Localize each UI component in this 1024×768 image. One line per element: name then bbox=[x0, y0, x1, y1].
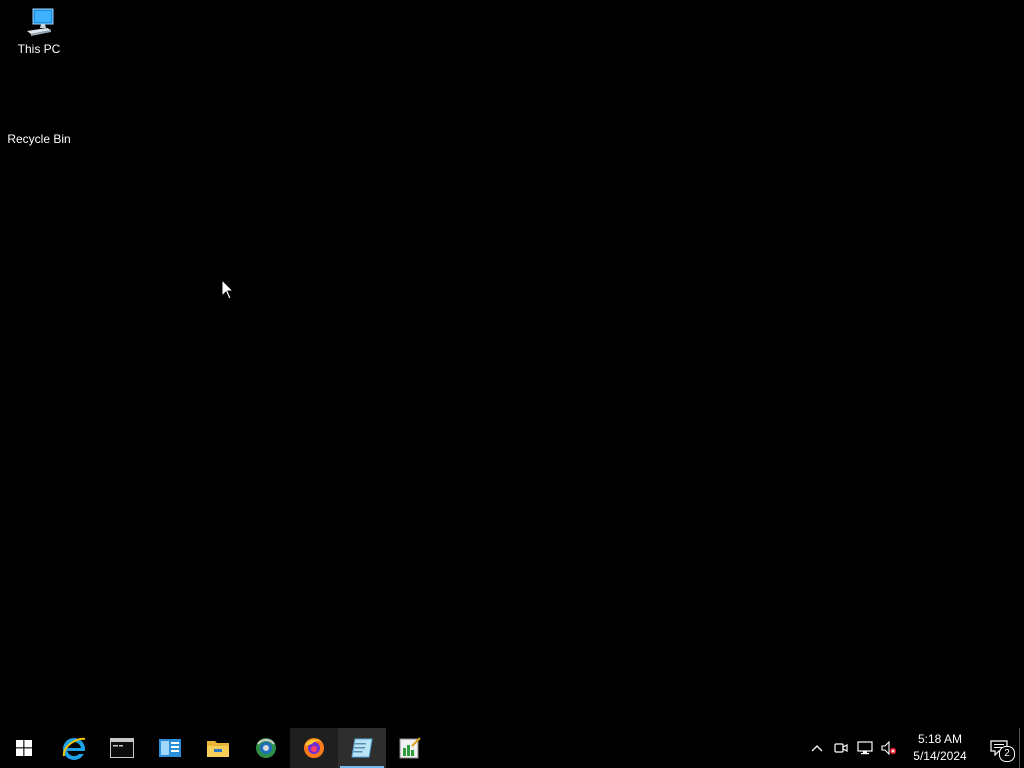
chart-editor-icon bbox=[399, 737, 421, 759]
internet-explorer-icon bbox=[62, 737, 86, 760]
notification-count-badge: 2 bbox=[999, 746, 1015, 762]
taskbar-server-manager[interactable] bbox=[146, 728, 194, 768]
taskbar-chart-editor[interactable] bbox=[386, 728, 434, 768]
desktop-icon-label: Recycle Bin bbox=[7, 132, 71, 146]
this-pc-icon bbox=[22, 6, 56, 40]
chevron-up-icon[interactable] bbox=[805, 728, 829, 768]
desktop-icon-label: This PC bbox=[17, 42, 61, 56]
file-explorer-icon bbox=[207, 741, 229, 757]
server-manager-icon bbox=[159, 739, 181, 757]
recycle-bin-icon bbox=[22, 96, 56, 130]
taskbar-command-prompt[interactable] bbox=[98, 728, 146, 768]
command-prompt-icon bbox=[110, 738, 134, 758]
windows-start-icon bbox=[16, 740, 32, 756]
desktop[interactable]: This PC Recycle Bin bbox=[0, 0, 1024, 728]
taskbar-notepad[interactable] bbox=[338, 728, 386, 768]
clock-date: 5/14/2024 bbox=[913, 749, 967, 763]
clock[interactable]: 5:18 AM 5/14/2024 bbox=[901, 728, 979, 768]
notepad-icon bbox=[351, 738, 373, 758]
system-tray: 5:18 AM 5/14/2024 2 bbox=[805, 728, 1024, 768]
network-globe-icon bbox=[256, 738, 276, 758]
taskbar-network-globe[interactable] bbox=[242, 728, 290, 768]
volume-muted-icon[interactable] bbox=[877, 728, 901, 768]
taskbar-file-explorer[interactable] bbox=[194, 728, 242, 768]
mouse-cursor-icon bbox=[221, 278, 235, 301]
clock-time: 5:18 AM bbox=[917, 732, 963, 746]
network-icon[interactable] bbox=[853, 728, 877, 768]
desktop-icon-recycle-bin[interactable]: Recycle Bin bbox=[1, 96, 77, 146]
action-center-button[interactable]: 2 bbox=[979, 728, 1019, 768]
start-button[interactable] bbox=[0, 728, 48, 768]
meet-now-icon[interactable] bbox=[829, 728, 853, 768]
taskbar-internet-explorer[interactable] bbox=[50, 728, 98, 768]
taskbar: 5:18 AM 5/14/2024 2 bbox=[0, 728, 1024, 768]
taskbar-firefox[interactable] bbox=[290, 728, 338, 768]
firefox-icon bbox=[304, 738, 324, 758]
desktop-icon-this-pc[interactable]: This PC bbox=[1, 6, 77, 56]
show-desktop-button[interactable] bbox=[1019, 728, 1024, 768]
